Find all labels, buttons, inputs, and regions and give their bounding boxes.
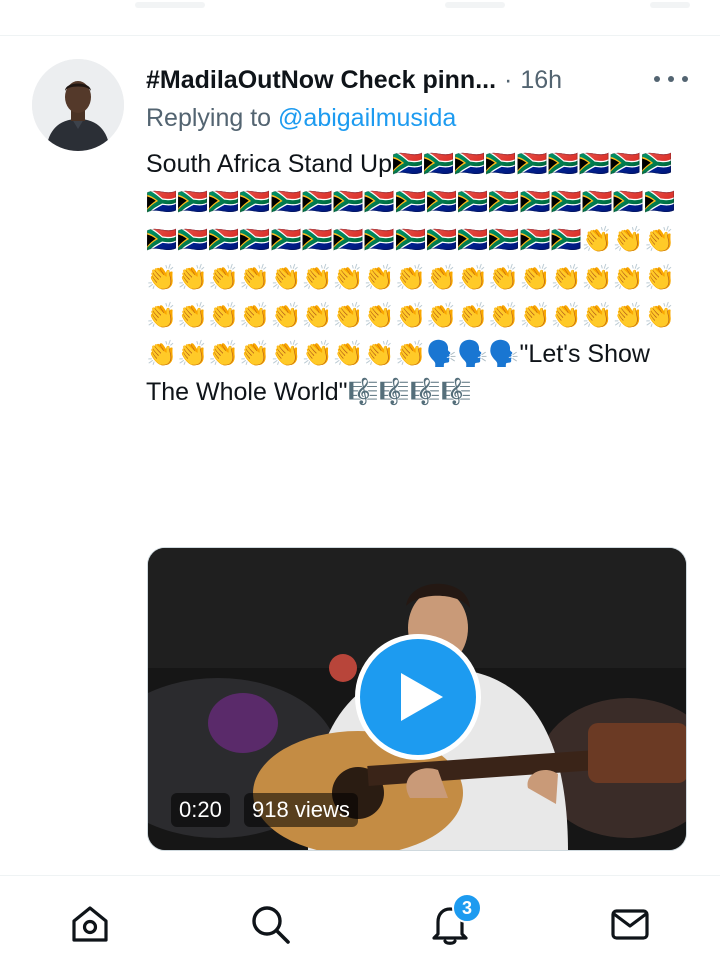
- tweet-text-start: South Africa Stand Up: [146, 150, 392, 178]
- avatar[interactable]: [32, 59, 124, 151]
- home-icon[interactable]: [66, 900, 114, 948]
- timestamp[interactable]: 16h: [520, 66, 562, 95]
- video-player[interactable]: 0:20 918 views: [147, 547, 687, 851]
- separator-dot: ·: [504, 65, 513, 94]
- notification-badge: 3: [452, 893, 482, 923]
- tweet-text: South Africa Stand Up🇿🇦🇿🇦🇿🇦🇿🇦🇿🇦🇿🇦🇿🇦🇿🇦🇿🇦🇿…: [146, 145, 686, 411]
- author-name[interactable]: #MadilaOutNow Check pinn...: [146, 66, 496, 95]
- speaking-head-emoji-run: 🗣️🗣️🗣️: [426, 339, 520, 368]
- mail-icon[interactable]: [606, 900, 654, 948]
- replying-prefix: Replying to: [146, 104, 272, 132]
- replying-handle-link[interactable]: @abigailmusida: [278, 104, 456, 132]
- tweet-header: #MadilaOutNow Check pinn... · 16h: [146, 62, 696, 98]
- search-icon[interactable]: [246, 900, 294, 948]
- bottom-navigation: 3: [0, 875, 720, 978]
- more-icon[interactable]: [654, 66, 688, 92]
- previous-tweet-edge: [0, 0, 720, 36]
- play-icon[interactable]: [355, 634, 481, 760]
- video-views: 918 views: [244, 793, 358, 827]
- video-duration: 0:20: [171, 793, 230, 827]
- replying-to: Replying to @abigailmusida: [146, 104, 456, 133]
- music-score-emoji-run: 🎼🎼🎼🎼: [347, 377, 473, 406]
